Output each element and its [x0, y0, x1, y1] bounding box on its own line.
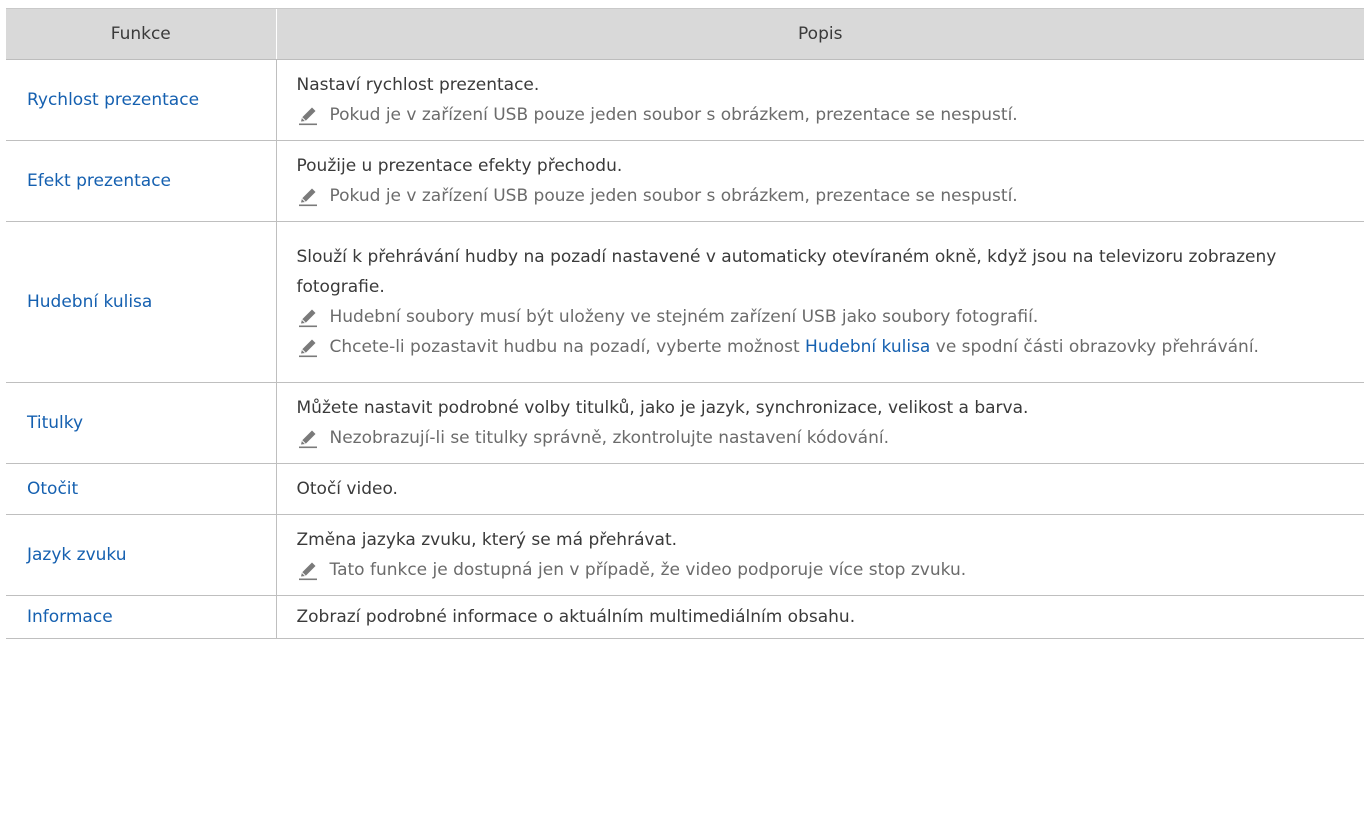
table-row: Rychlost prezentace Nastaví rychlost prez…	[6, 59, 1364, 141]
note: Pokud je v zařízení USB pouze jeden soub…	[297, 100, 1347, 130]
header-description: Popis	[275, 8, 1364, 60]
note: Hudební soubory musí být uloženy ve stej…	[297, 302, 1347, 332]
note-text: Tato funkce je dostupná jen v případě, ž…	[329, 560, 967, 580]
function-name: Informace	[6, 595, 276, 639]
note-text: Pokud je v zařízení USB pouze jeden soub…	[329, 186, 1018, 206]
note-text: Chcete-li pozastavit hudbu na pozadí, vy…	[329, 337, 806, 357]
function-name: Otočit	[6, 463, 276, 515]
description-text: Slouží k přehrávání hudby na pozadí nast…	[296, 247, 1277, 297]
function-name: Rychlost prezentace	[6, 59, 276, 141]
description-text: Použije u prezentace efekty přechodu.	[296, 156, 623, 176]
function-name: Hudební kulisa	[6, 221, 276, 383]
note-text: Hudební soubory musí být uloženy ve stej…	[329, 307, 1039, 327]
header-function: Funkce	[6, 8, 276, 60]
table-header-row: Funkce Popis	[6, 8, 1364, 60]
note-text: ve spodní části obrazovky přehrávání.	[930, 337, 1259, 357]
pencil-icon	[297, 306, 319, 328]
function-description-cell: Zobrazí podrobné informace o aktuálním m…	[275, 595, 1364, 639]
note-link: Hudební kulisa	[805, 337, 931, 357]
function-name: Jazyk zvuku	[6, 514, 276, 596]
function-description-cell: Slouží k přehrávání hudby na pozadí nast…	[275, 221, 1364, 383]
table-row: Jazyk zvuku Změna jazyka zvuku, který se …	[6, 514, 1364, 596]
function-name: Titulky	[6, 382, 276, 464]
pencil-icon	[297, 336, 319, 358]
table-row: Titulky Můžete nastavit podrobné volby ti…	[6, 382, 1364, 464]
table-row: Informace Zobrazí podrobné informace o ak…	[6, 595, 1364, 639]
table-body: Rychlost prezentace Nastaví rychlost prez…	[6, 59, 1364, 639]
note: Nezobrazují-li se titulky správně, zkont…	[297, 423, 1347, 453]
pencil-icon	[297, 559, 319, 581]
function-description-cell: Použije u prezentace efekty přechodu. Pok…	[275, 140, 1364, 222]
table-row: Hudební kulisa Slouží k přehrávání hudby …	[6, 221, 1364, 383]
function-description-cell: Nastaví rychlost prezentace. Pokud je v z…	[275, 59, 1364, 141]
note: Tato funkce je dostupná jen v případě, ž…	[297, 555, 1347, 585]
note-text: Nezobrazují-li se titulky správně, zkont…	[329, 428, 890, 448]
description-text: Nastaví rychlost prezentace.	[296, 75, 540, 95]
description-text: Zobrazí podrobné informace o aktuálním m…	[296, 607, 856, 627]
description-text: Otočí video.	[296, 479, 398, 499]
pencil-icon	[297, 185, 319, 207]
manual-page: Funkce Popis Rychlost prezentace Nastaví …	[0, 0, 1370, 827]
description-text: Změna jazyka zvuku, který se má přehráva…	[296, 530, 678, 550]
table-row: Efekt prezentace Použije u prezentace efe…	[6, 140, 1364, 222]
function-description-cell: Otočí video.	[275, 463, 1364, 515]
note-text: Pokud je v zařízení USB pouze jeden soub…	[329, 105, 1018, 125]
note: Pokud je v zařízení USB pouze jeden soub…	[297, 181, 1347, 211]
pencil-icon	[297, 427, 319, 449]
function-table: Funkce Popis Rychlost prezentace Nastaví …	[6, 8, 1364, 639]
function-name: Efekt prezentace	[6, 140, 276, 222]
note: Chcete-li pozastavit hudbu na pozadí, vy…	[297, 332, 1347, 362]
table-row: Otočit Otočí video.	[6, 463, 1364, 515]
function-description-cell: Změna jazyka zvuku, který se má přehráva…	[275, 514, 1364, 596]
function-description-cell: Můžete nastavit podrobné volby titulků, …	[275, 382, 1364, 464]
description-text: Můžete nastavit podrobné volby titulků, …	[296, 398, 1029, 418]
pencil-icon	[297, 104, 319, 126]
